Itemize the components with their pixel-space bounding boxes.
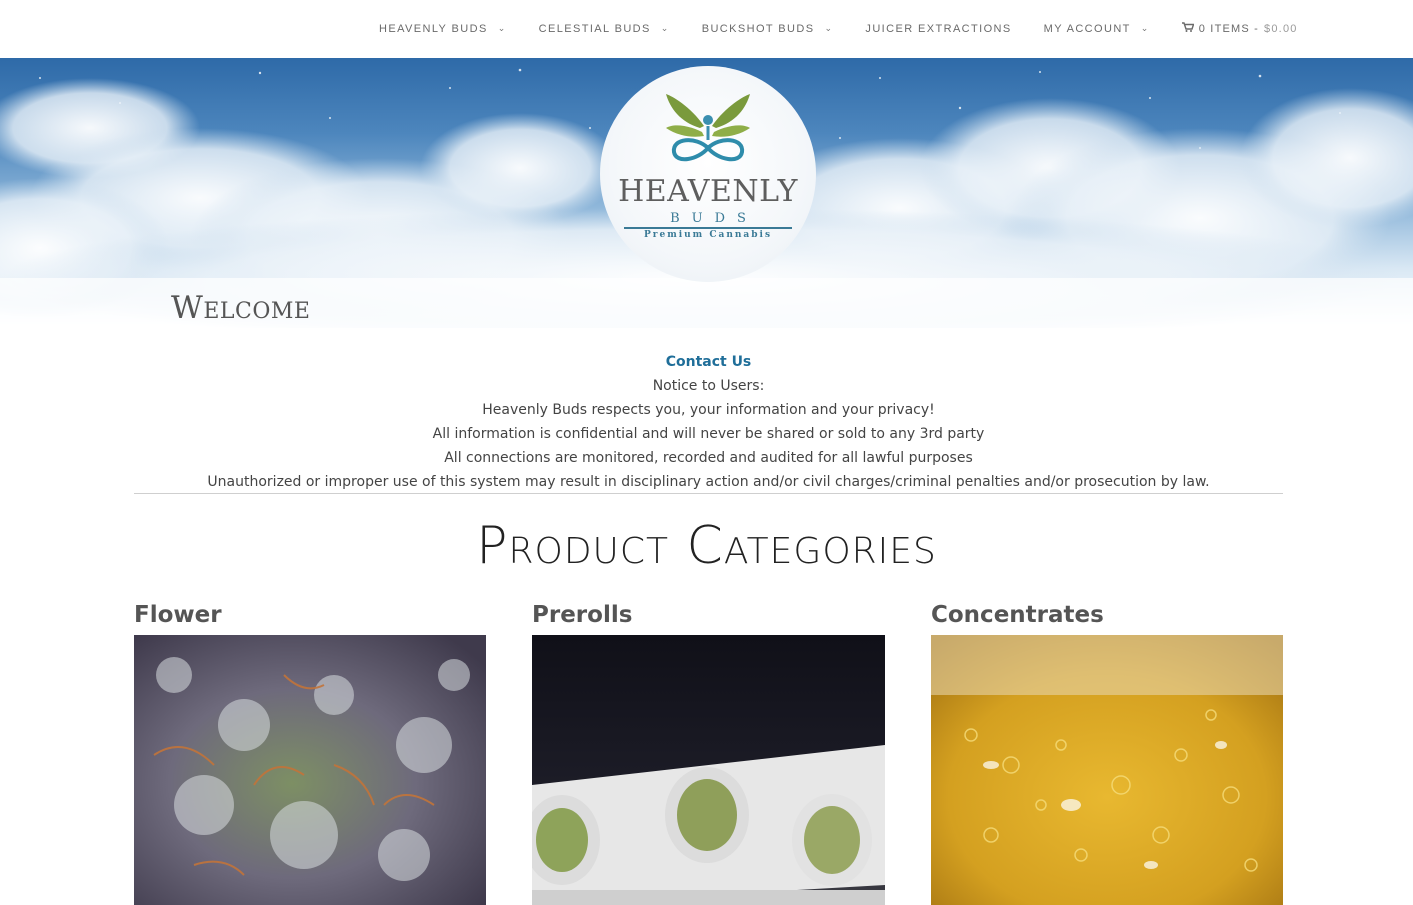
section-title: Product Categories xyxy=(476,516,937,576)
nav-item-celestial-buds[interactable]: CELESTIAL BUDS ⌄ xyxy=(539,23,670,35)
logo-word: HEAVENLY xyxy=(618,174,798,209)
privacy-notice: Contact Us Notice to Users: Heavenly Bud… xyxy=(134,350,1283,494)
logo-tagline: Premium Cannabis xyxy=(643,230,773,240)
notice-line: All information is confidential and will… xyxy=(432,426,985,442)
category-label[interactable]: Prerolls xyxy=(532,602,885,635)
prerolls-image[interactable] xyxy=(532,635,885,905)
divider xyxy=(134,493,1283,494)
nav-item-my-account[interactable]: MY ACCOUNT ⌄ xyxy=(1044,23,1150,35)
nav-item-juicer-extractions[interactable]: JUICER EXTRACTIONS xyxy=(865,23,1011,35)
logo-word: BUDS xyxy=(670,211,758,226)
logo-divider xyxy=(624,227,792,229)
notice-line: Heavenly Buds respects you, your informa… xyxy=(482,402,935,418)
heavenly-buds-logo[interactable]: HEAVENLY BUDS Premium Cannabis xyxy=(600,66,816,282)
chevron-down-icon: ⌄ xyxy=(660,23,670,33)
chevron-down-icon: ⌄ xyxy=(824,23,834,33)
notice-line: All connections are monitored, recorded … xyxy=(444,450,973,466)
cart-link[interactable]: 0 ITEMS - $0.00 xyxy=(1181,22,1298,35)
nav-item-label: BUCKSHOT BUDS xyxy=(701,22,815,35)
category-label[interactable]: Flower xyxy=(134,602,486,635)
wings-icon xyxy=(666,94,750,162)
nav-item-label: JUICER EXTRACTIONS xyxy=(865,22,1012,35)
nav-item-label: CELESTIAL BUDS xyxy=(538,22,651,35)
nav-item-heavenly-buds[interactable]: HEAVENLY BUDS ⌄ xyxy=(379,23,507,35)
category-card-flower[interactable]: Flower xyxy=(134,602,486,905)
flower-image[interactable] xyxy=(134,635,486,905)
category-label[interactable]: Concentrates xyxy=(931,602,1283,635)
cart-icon xyxy=(1181,22,1195,35)
concentrates-image[interactable] xyxy=(931,635,1283,905)
notice-line: Unauthorized or improper use of this sys… xyxy=(207,474,1210,490)
nav-item-label: HEAVENLY BUDS xyxy=(379,22,488,35)
cart-items: 0 ITEMS - xyxy=(1198,22,1260,35)
contact-us-link[interactable]: Contact Us xyxy=(134,350,1283,374)
nav-item-label: MY ACCOUNT xyxy=(1043,22,1131,35)
hero-banner: HEAVENLY BUDS Premium Cannabis xyxy=(0,58,1413,328)
cart-total: $0.00 xyxy=(1264,22,1298,35)
chevron-down-icon: ⌄ xyxy=(497,23,507,33)
notice-line: Notice to Users: xyxy=(652,378,765,394)
category-card-concentrates[interactable]: Concentrates xyxy=(931,602,1283,905)
nav-menu: HEAVENLY BUDS ⌄ CELESTIAL BUDS ⌄ BUCKSHO… xyxy=(379,22,1298,35)
nav-item-buckshot-buds[interactable]: BUCKSHOT BUDS ⌄ xyxy=(702,23,834,35)
page-title: Welcome xyxy=(171,290,311,326)
category-card-prerolls[interactable]: Prerolls xyxy=(532,602,885,905)
top-navigation: HEAVENLY BUDS ⌄ CELESTIAL BUDS ⌄ BUCKSHO… xyxy=(0,0,1413,58)
chevron-down-icon: ⌄ xyxy=(1140,23,1150,33)
